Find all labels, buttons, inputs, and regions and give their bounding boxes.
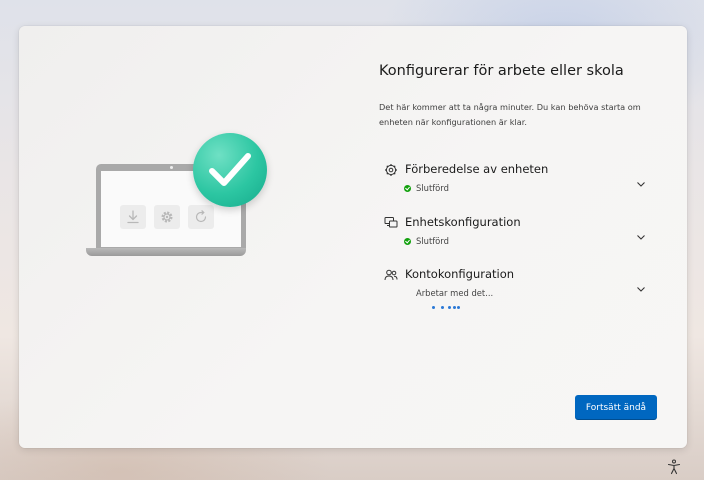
step-status: Slutförd [404,183,449,193]
gear-icon [384,162,398,176]
progress-dot [448,306,451,309]
status-text: Slutförd [416,183,449,193]
refresh-icon [188,205,214,229]
step-title: Enhetskonfiguration [405,215,521,229]
progress-dot [432,306,435,309]
laptop-base [86,248,246,256]
laptop-illustration [86,133,276,263]
people-icon [384,267,398,281]
step-title: Kontokonfiguration [405,267,515,281]
devices-icon [384,215,398,229]
step-status: Slutförd [404,236,449,246]
page-title: Konfigurerar för arbete eller skola [379,63,624,79]
page-description: Det här kommer att ta några minuter. Du … [379,102,641,127]
step-device-configuration[interactable]: Enhetskonfiguration Slutförd [384,215,654,259]
step-account-configuration[interactable]: Kontokonfiguration Arbetar med det... [384,267,654,311]
step-device-preparation[interactable]: Förberedelse av enheten Slutförd [384,162,654,206]
progress-dot [441,306,444,309]
chevron-down-icon[interactable] [636,226,646,240]
progress-dot [453,306,456,309]
download-icon [120,205,146,229]
accessibility-icon[interactable] [666,459,682,475]
progress-dot [457,306,460,309]
continue-anyway-button[interactable]: Fortsätt ändå [575,395,657,420]
progress-dots [432,306,462,312]
laptop-camera [170,166,173,169]
status-text: Arbetar med det... [416,288,494,298]
step-status: Arbetar med det... [416,288,493,298]
success-icon [404,237,411,245]
step-title: Förberedelse av enheten [405,162,549,176]
gear-icon [154,205,180,229]
chevron-down-icon[interactable] [636,173,646,187]
chevron-down-icon[interactable] [636,278,646,292]
success-icon [404,184,411,192]
status-text: Slutförd [416,236,449,246]
checkmark-icon [193,133,267,207]
